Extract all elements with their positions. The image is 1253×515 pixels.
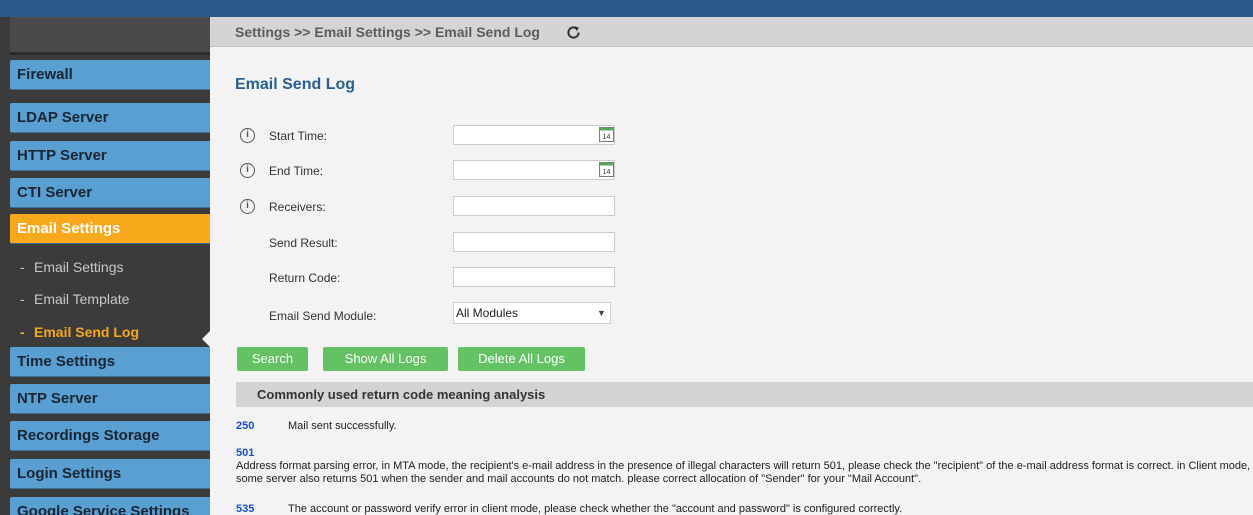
send-result-input[interactable] <box>453 232 615 252</box>
return-code-501: 501 <box>236 447 255 459</box>
dash-glyph: - <box>20 259 25 275</box>
start-time-label: Start Time: <box>269 129 328 143</box>
end-time-label: End Time: <box>269 164 324 178</box>
end-time-input[interactable] <box>453 160 615 180</box>
sidebar-subitem-email-send-log[interactable]: - Email Send Log <box>10 320 210 344</box>
module-select[interactable]: All Modules ▼ <box>453 302 611 324</box>
sidebar-nav: Firewall LDAP Server HTTP Server CTI Ser… <box>0 17 210 515</box>
breadcrumb: Settings >> Email Settings >> Email Send… <box>235 24 540 40</box>
info-icon[interactable]: i <box>240 163 255 178</box>
return-code-label: Return Code: <box>269 271 341 285</box>
chevron-down-icon: ▼ <box>597 308 606 318</box>
receivers-input[interactable] <box>453 196 615 216</box>
send-result-label: Send Result: <box>269 236 338 250</box>
breadcrumb-bar: Settings >> Email Settings >> Email Send… <box>210 17 1253 47</box>
dash-glyph: - <box>20 324 25 340</box>
info-icon[interactable]: i <box>240 128 255 143</box>
sidebar-item-firewall[interactable]: Firewall <box>10 60 210 90</box>
module-row: Email Send Module: All Modules ▼ <box>240 302 840 329</box>
search-button[interactable]: Search <box>237 347 308 371</box>
top-header-bar <box>0 0 1253 17</box>
return-code-250-desc: Mail sent successfully. <box>288 420 397 432</box>
return-code-501-desc: Address format parsing error, in MTA mod… <box>236 460 1251 485</box>
refresh-icon[interactable] <box>565 24 582 41</box>
return-code-535-desc: The account or password verify error in … <box>288 503 903 515</box>
return-code-row: Return Code: <box>240 267 840 291</box>
receivers-label: Receivers: <box>269 200 326 214</box>
delete-all-logs-button[interactable]: Delete All Logs <box>458 347 585 371</box>
start-time-input[interactable] <box>453 125 615 145</box>
sidebar-item-recordings-storage[interactable]: Recordings Storage <box>10 421 210 451</box>
end-time-row: i End Time: 14 <box>240 160 840 184</box>
sidebar-subitem-email-template[interactable]: - Email Template <box>10 287 210 311</box>
return-code-535: 535 <box>236 503 255 515</box>
module-label: Email Send Module: <box>269 309 377 323</box>
show-all-logs-button[interactable]: Show All Logs <box>323 347 448 371</box>
sidebar-item-http-server[interactable]: HTTP Server <box>10 141 210 171</box>
module-select-value: All Modules <box>456 306 519 320</box>
return-code-section-header: Commonly used return code meaning analys… <box>236 382 1253 407</box>
svg-text:14: 14 <box>603 134 611 141</box>
calendar-icon[interactable]: 14 <box>599 126 614 142</box>
sidebar-top-strip <box>10 17 210 55</box>
sidebar-item-ldap-server[interactable]: LDAP Server <box>10 103 210 133</box>
active-item-pointer <box>202 330 210 348</box>
send-result-row: Send Result: <box>240 232 840 256</box>
calendar-icon[interactable]: 14 <box>599 161 614 177</box>
subitem-label: Email Settings <box>34 259 124 275</box>
sidebar-item-login-settings[interactable]: Login Settings <box>10 459 210 489</box>
dash-glyph: - <box>20 291 25 307</box>
subitem-label: Email Send Log <box>34 324 140 340</box>
start-time-row: i Start Time: 14 <box>240 125 840 149</box>
subitem-label: Email Template <box>34 291 130 307</box>
section-title: Commonly used return code meaning analys… <box>257 387 546 402</box>
main-content: Email Send Log i Start Time: 14 i End Ti… <box>210 47 1253 515</box>
sidebar-item-cti-server[interactable]: CTI Server <box>10 178 210 208</box>
sidebar-item-email-settings[interactable]: Email Settings <box>10 214 210 244</box>
return-code-250: 250 <box>236 420 255 432</box>
info-icon[interactable]: i <box>240 199 255 214</box>
page-title: Email Send Log <box>235 76 356 93</box>
sidebar-subitem-email-settings[interactable]: - Email Settings <box>10 255 210 279</box>
sidebar-item-ntp-server[interactable]: NTP Server <box>10 384 210 414</box>
svg-text:14: 14 <box>603 169 611 176</box>
return-code-input[interactable] <box>453 267 615 287</box>
sidebar-item-google-service-settings[interactable]: Google Service Settings <box>10 497 210 515</box>
receivers-row: i Receivers: <box>240 196 840 220</box>
sidebar-item-time-settings[interactable]: Time Settings <box>10 347 210 377</box>
